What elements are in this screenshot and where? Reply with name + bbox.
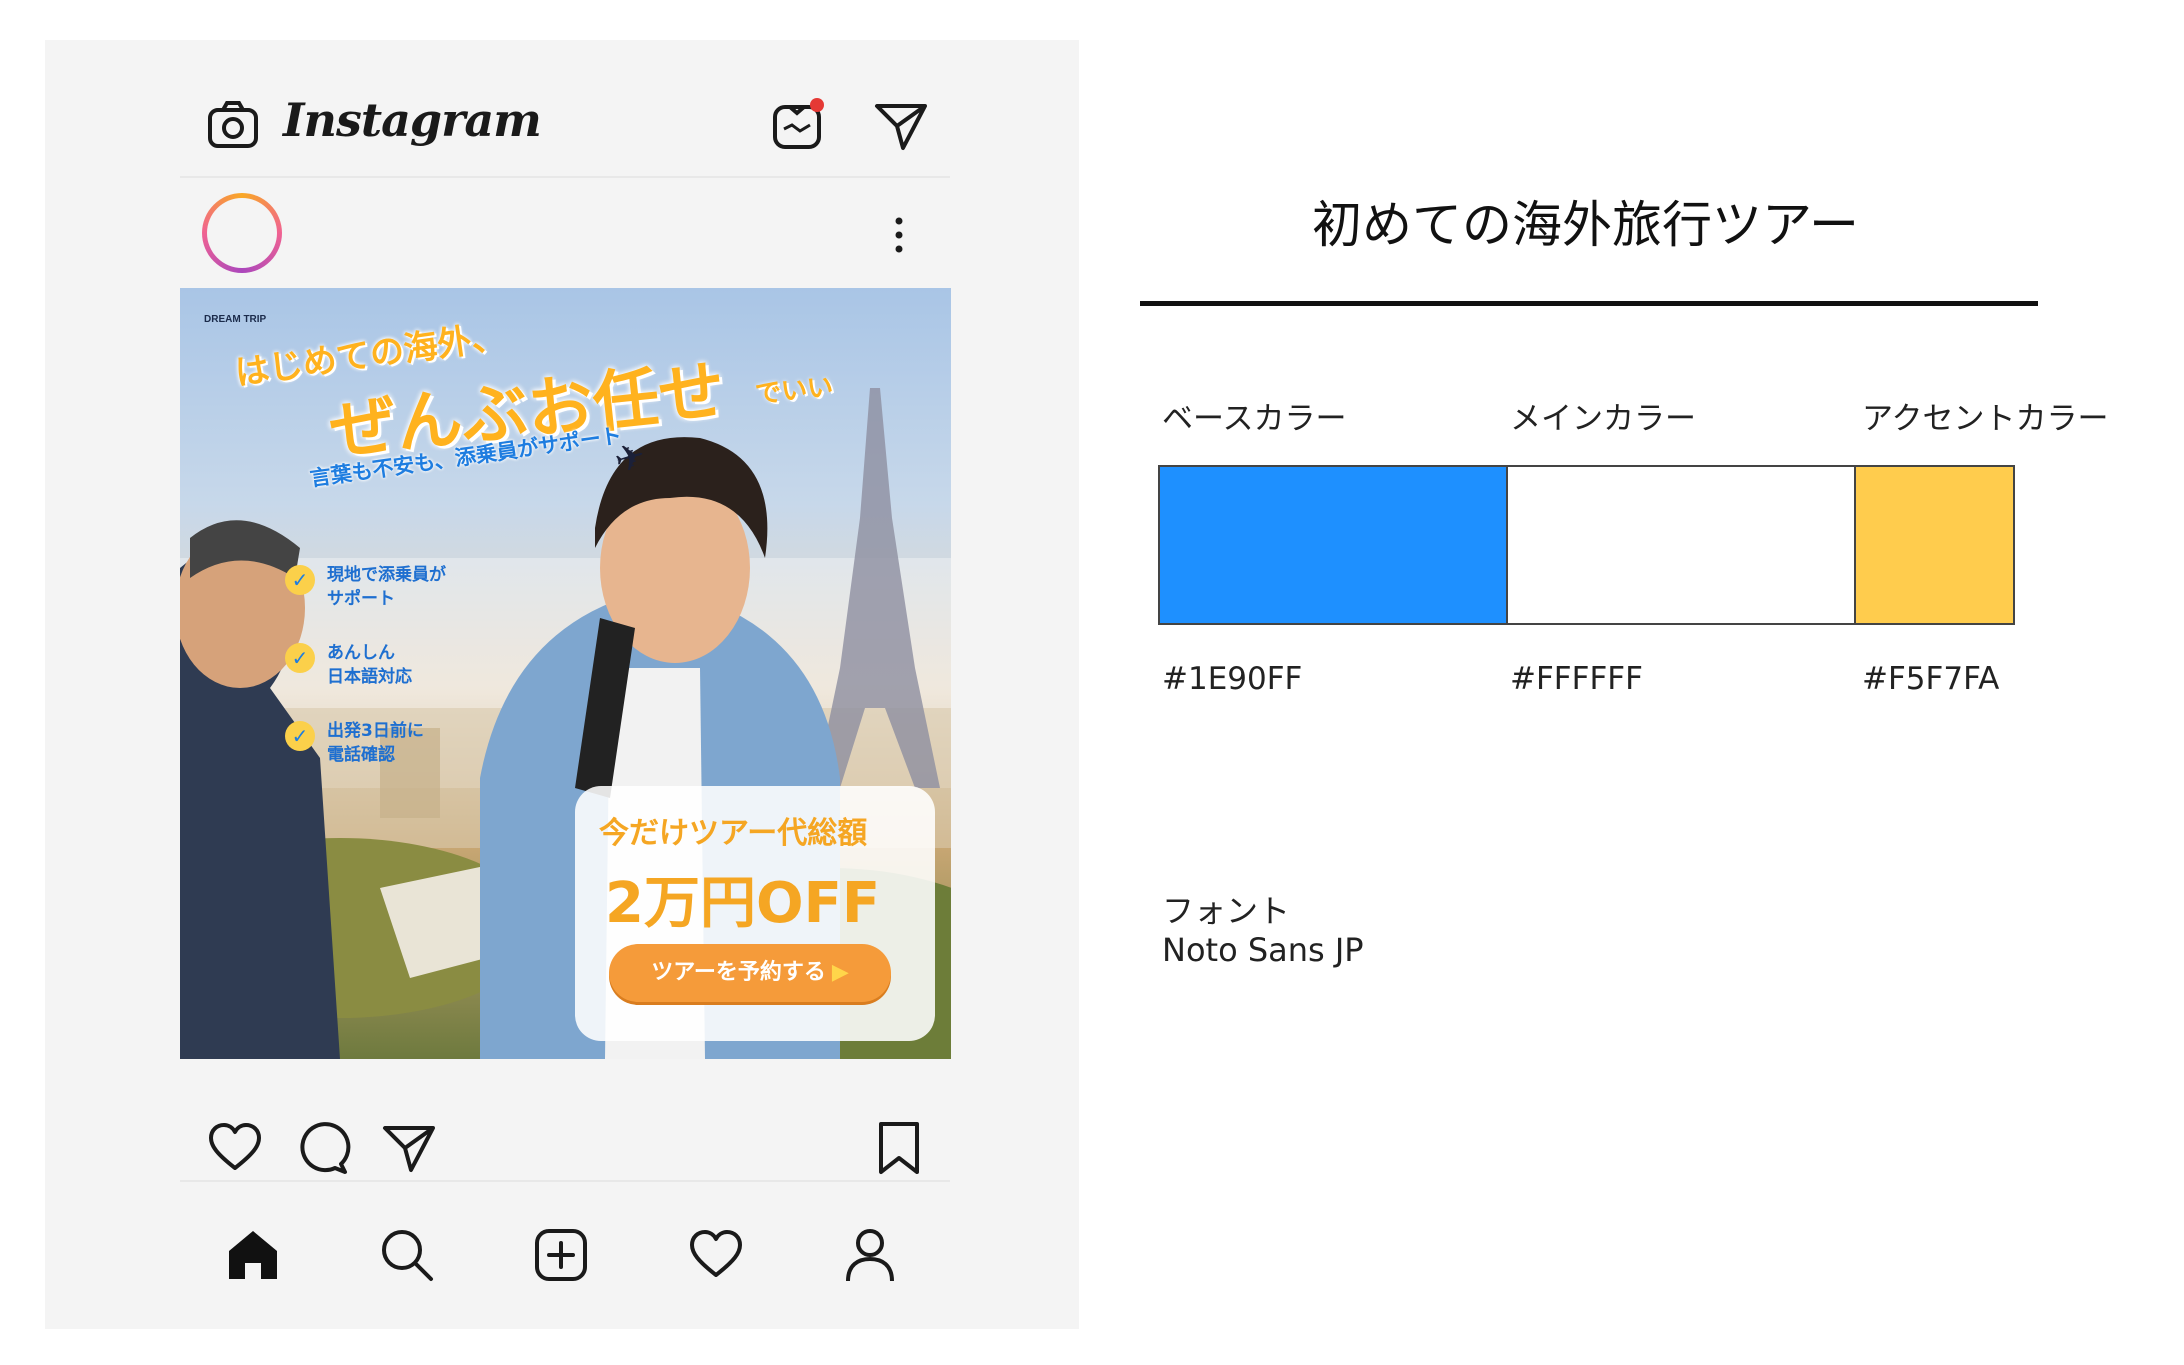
ad-feature-line: サポート [327,589,395,609]
check-icon: ✓ [285,643,315,673]
ad-cta-button[interactable]: ツアーを予約する ▶ [609,944,891,1002]
main-color-label: メインカラー [1510,401,1696,437]
play-arrow-icon: ▶ [831,960,849,985]
accent-color-label: アクセントカラー [1862,401,2109,437]
profile-avatar[interactable] [202,193,282,273]
main-color-swatch [1506,465,1856,625]
ad-cta-label: ツアーを予約する [651,960,826,985]
ad-image[interactable]: DREAM TRIP はじめての海外、 ぜんぶお任せ でいい ✈ 言葉も不安も、… [180,288,951,1059]
direct-message-icon[interactable] [873,98,929,154]
instagram-header: Instagram [45,40,1079,180]
instagram-mockup: Instagram DREAM TRIP はじめての海外、 ぜんぶお任せ でいい… [45,40,1079,1329]
header-divider [180,176,950,178]
add-post-icon[interactable] [531,1225,591,1285]
accent-color-swatch [1854,465,2015,625]
ad-feature-line: 出発3日前に [327,721,424,741]
spec-title: 初めての海外旅行ツアー [1312,196,1859,254]
ad-feature-item: ✓ 現地で添乗員が サポート [285,563,615,641]
ad-feature-item: ✓ あんしん 日本語対応 [285,641,615,719]
ad-feature-item: ✓ 出発3日前に 電話確認 [285,719,615,797]
instagram-logo: Instagram [283,93,542,147]
camera-icon[interactable] [205,98,261,154]
ad-feature-line: あんしん [327,643,395,663]
font-label: フォント [1162,892,1291,930]
ad-brand-logo: DREAM TRIP [204,314,267,325]
share-icon[interactable] [381,1120,437,1176]
ad-promo-line-2: 2万円OFF [605,871,881,936]
check-icon: ✓ [285,721,315,751]
more-options-icon[interactable] [891,215,907,255]
main-color-hex: #FFFFFF [1510,661,1643,697]
font-name: Noto Sans JP [1162,931,1364,969]
like-icon[interactable] [207,1120,263,1176]
ad-feature-line: 日本語対応 [327,667,412,687]
accent-color-hex: #F5F7FA [1862,661,2000,697]
ad-feature-line: 現地で添乗員が [327,565,446,585]
save-icon[interactable] [871,1120,927,1176]
ad-feature-list: ✓ 現地で添乗員が サポート ✓ あんしん 日本語対応 ✓ 出発3日前に 電話確… [285,563,615,798]
check-icon: ✓ [285,565,315,595]
base-color-hex: #1E90FF [1162,661,1303,697]
ad-feature-line: 電話確認 [327,745,395,765]
ad-promo-line-1: 今だけツアー代総額 [599,816,868,851]
ad-promo-card: 今だけツアー代総額 2万円OFF ツアーを予約する ▶ [575,786,935,1041]
search-icon[interactable] [377,1225,437,1285]
base-color-label: ベースカラー [1162,401,1347,437]
comment-icon[interactable] [295,1120,351,1176]
base-color-swatch [1158,465,1508,625]
igtv-icon[interactable] [770,95,828,153]
title-underline [1140,301,2038,306]
activity-icon[interactable] [686,1225,746,1285]
profile-icon[interactable] [840,1225,900,1285]
post-divider [180,1180,950,1182]
home-icon[interactable] [223,1225,283,1285]
